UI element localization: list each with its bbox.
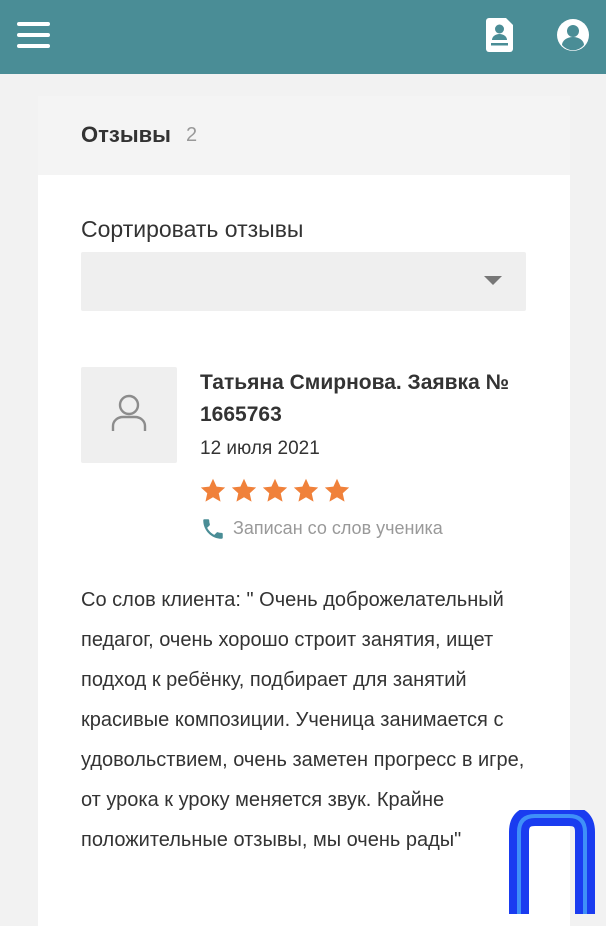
reviews-card: Отзывы 2 Сортировать отзывы Татьяна Смир… [38, 96, 570, 926]
account-circle-icon[interactable] [556, 18, 590, 52]
star-icon [200, 478, 226, 502]
user-placeholder-icon [111, 394, 147, 431]
review-source-text: Записан со слов ученика [233, 518, 443, 538]
sort-label: Сортировать отзывы [81, 216, 304, 242]
star-icon [262, 478, 288, 502]
reviews-title: Отзывы [81, 122, 171, 147]
chevron-down-icon [484, 276, 502, 285]
star-icon [293, 478, 319, 502]
avatar [81, 367, 177, 463]
star-icon [231, 478, 257, 502]
star-icon [324, 478, 350, 502]
review-text: Со слов клиента: " Очень доброжелательны… [81, 589, 525, 851]
document-user-icon[interactable] [486, 18, 516, 52]
review-date: 12 июля 2021 [200, 438, 320, 459]
phone-icon [203, 519, 223, 539]
brand-logo [507, 806, 599, 920]
sort-select[interactable] [81, 252, 526, 311]
hamburger-menu-icon[interactable] [17, 20, 51, 50]
top-bar [0, 0, 606, 74]
reviews-count: 2 [186, 124, 198, 146]
reviews-header: Отзывы 2 [38, 96, 570, 175]
rating-stars [199, 477, 354, 505]
review-author: Татьяна Смирнова. Заявка № 1665763 [200, 371, 509, 426]
